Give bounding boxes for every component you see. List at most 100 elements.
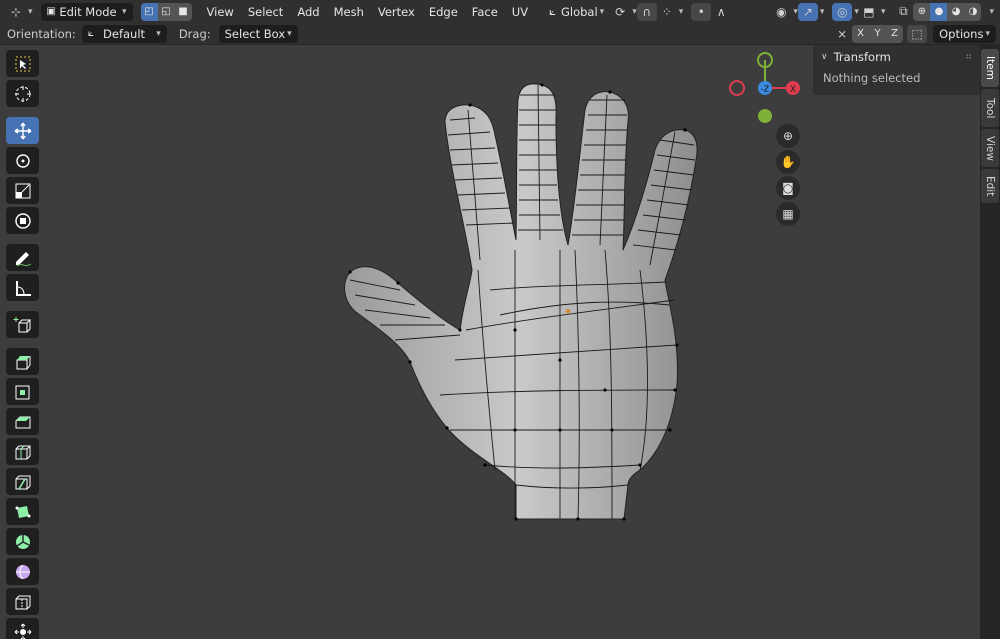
xray-icon[interactable]: ⧉ [893, 3, 913, 21]
spin-icon [15, 534, 30, 549]
add-cube-tool[interactable] [6, 311, 39, 338]
poly-build-tool[interactable] [6, 498, 39, 525]
orientation-axis-icon: ⟀ [549, 4, 556, 18]
move-tool[interactable] [6, 117, 39, 144]
tab-item[interactable]: Item [981, 49, 999, 87]
pivot-point-icon[interactable]: ⟳ [610, 3, 630, 21]
orientation-select[interactable]: ⟀ Default ▾ [81, 24, 167, 43]
gizmo-y-icon[interactable] [758, 109, 772, 123]
mesh-edit-overlays-icon[interactable]: ⬒ [859, 3, 879, 21]
orientation-axis-icon: ⟀ [87, 28, 94, 39]
menu-edge[interactable]: Edge [422, 2, 465, 22]
gizmo-x-label: X [790, 85, 796, 95]
transform-orientation-select[interactable]: ⟀ Global ▾ [543, 3, 610, 21]
rotate-tool[interactable] [6, 147, 39, 174]
proportional-edit-icon[interactable]: • [691, 2, 712, 21]
3d-viewport[interactable]: X -Z ⊕ ✋ ◙ ▦ [0, 45, 980, 639]
tab-tool[interactable]: Tool [981, 89, 999, 127]
edge-select-icon[interactable]: ◱ [157, 2, 175, 21]
falloff-curve-icon[interactable]: ∧ [711, 3, 731, 21]
menu-vertex[interactable]: Vertex [371, 2, 422, 22]
chevron-down-icon: ▾ [985, 28, 990, 39]
tab-view[interactable]: View [981, 129, 999, 167]
smooth-tool[interactable] [6, 558, 39, 585]
visibility-icon[interactable]: ◉ [771, 3, 791, 21]
inset-icon [15, 385, 29, 399]
mirror-axes-group: X Y Z [852, 24, 904, 43]
chevron-down-icon: ▾ [122, 6, 127, 17]
menu-view[interactable]: View [200, 2, 241, 22]
tool-shelf [6, 50, 43, 639]
measure-tool[interactable] [6, 274, 39, 301]
annotate-tool[interactable] [6, 244, 39, 271]
material-shading-icon[interactable]: ◕ [947, 2, 965, 21]
mirror-y-toggle[interactable]: Y [869, 24, 887, 43]
drag-label: Drag: [178, 26, 211, 41]
sidebar-tabs: Item Tool View Edit [980, 45, 1000, 639]
chevron-down-icon[interactable]: ▾ [679, 7, 684, 17]
shrink-fatten-tool[interactable] [6, 618, 39, 639]
shading-group: ⊕ ● ◕ ◑ [913, 2, 982, 21]
sidebar-panel: ∨ Transform ⠶ Nothing selected [813, 45, 980, 95]
mirror-icon[interactable]: ⨯ [832, 25, 852, 43]
menu-select[interactable]: Select [241, 2, 290, 22]
select-box-tool[interactable] [6, 50, 39, 77]
editor-type-icon[interactable]: ⊹ [6, 3, 26, 21]
cursor-icon [14, 85, 31, 102]
topology-mirror-icon[interactable]: ⬚ [907, 24, 928, 43]
knife-tool[interactable] [6, 468, 39, 495]
chevron-down-icon[interactable]: ▾ [820, 7, 825, 17]
snap-icon[interactable]: ∩ [636, 2, 657, 21]
scale-tool[interactable] [6, 177, 39, 204]
spin-tool[interactable] [6, 528, 39, 555]
face-select-icon[interactable]: ■ [174, 2, 192, 21]
chevron-down-icon[interactable]: ▾ [989, 7, 994, 17]
navigation-gizmo[interactable]: X -Z [725, 50, 805, 130]
loop-cut-tool[interactable] [6, 438, 39, 465]
selection-status: Nothing selected [823, 71, 921, 85]
edge-slide-tool[interactable] [6, 588, 39, 615]
zoom-icon[interactable]: ⊕ [776, 124, 800, 148]
chevron-down-icon: ▾ [156, 28, 161, 39]
rendered-shading-icon[interactable]: ◑ [964, 2, 982, 21]
poly-build-icon [15, 505, 30, 518]
solid-shading-icon[interactable]: ● [930, 2, 948, 21]
measure-ruler-icon [15, 280, 31, 296]
gizmo-toggle-icon[interactable]: ↗ [797, 2, 818, 21]
transform-panel-header[interactable]: ∨ Transform ⠶ [813, 45, 980, 69]
chevron-down-icon[interactable]: ▾ [28, 7, 33, 17]
snap-target-icon[interactable]: ⁘ [657, 3, 677, 21]
bevel-tool[interactable] [6, 408, 39, 435]
drag-handle-icon[interactable]: ⠶ [965, 52, 972, 62]
menu-face[interactable]: Face [465, 2, 505, 22]
gizmo-z-label: -Z [761, 85, 770, 94]
cursor-tool[interactable] [6, 80, 39, 107]
overlays-icon[interactable]: ◎ [832, 2, 853, 21]
extrude-region-tool[interactable] [6, 348, 39, 375]
select-box-icon [15, 56, 30, 71]
camera-view-icon[interactable]: ◙ [776, 176, 800, 200]
inset-faces-tool[interactable] [6, 378, 39, 405]
mode-select[interactable]: ▣ Edit Mode ▾ [40, 2, 133, 21]
pan-hand-icon[interactable]: ✋ [776, 150, 800, 174]
mirror-z-toggle[interactable]: Z [886, 24, 904, 43]
options-button[interactable]: Options ▾ [933, 24, 996, 43]
gizmo-neg-x-icon[interactable] [729, 80, 745, 96]
perspective-grid-icon[interactable]: ▦ [776, 202, 800, 226]
mode-icon: ▣ [46, 6, 56, 17]
vertex-select-icon[interactable]: ◰ [140, 2, 158, 21]
extrude-icon [16, 355, 30, 369]
mirror-x-toggle[interactable]: X [852, 24, 870, 43]
menu-add[interactable]: Add [290, 2, 326, 22]
orientation-value: Default [103, 26, 146, 41]
tab-edit[interactable]: Edit [981, 169, 999, 203]
drag-select[interactable]: Select Box ▾ [218, 24, 298, 43]
bevel-icon [15, 416, 30, 428]
transform-orientation-label: Global [560, 4, 598, 19]
transform-tool[interactable] [6, 207, 39, 234]
chevron-down-icon[interactable]: ▾ [881, 7, 886, 17]
wireframe-shading-icon[interactable]: ⊕ [913, 2, 931, 21]
menu-mesh[interactable]: Mesh [327, 2, 371, 22]
menu-uv[interactable]: UV [505, 2, 535, 22]
loop-cut-icon [15, 445, 30, 459]
